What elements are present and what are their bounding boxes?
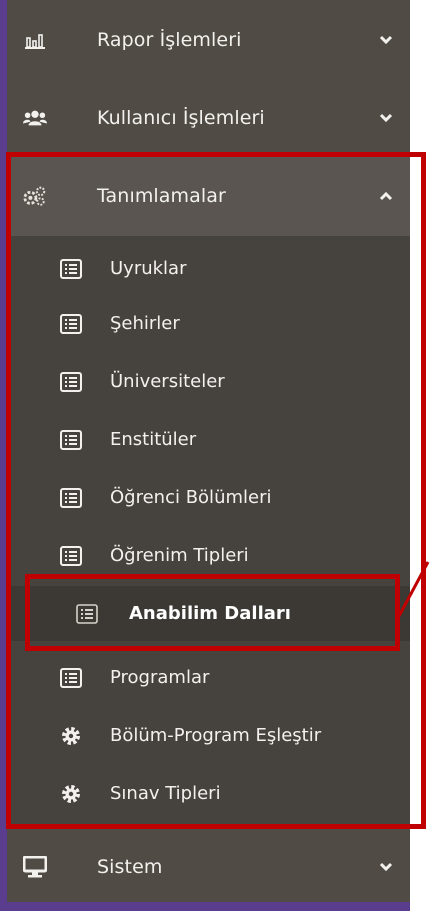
submenu-item-universiteler[interactable]: Üniversiteler <box>7 354 410 409</box>
submenu-item-bolum-program-eslestir[interactable]: Bölüm-Program Eşleştir <box>7 708 410 763</box>
list-icon <box>59 428 83 452</box>
menu-sistem[interactable]: Sistem <box>7 832 410 902</box>
menu-label: Kullanıcı İşlemleri <box>97 107 265 129</box>
gear-icon <box>59 724 83 748</box>
submenu-label: Bölüm-Program Eşleştir <box>110 725 322 746</box>
submenu-label: Şehirler <box>110 313 180 334</box>
submenu-label: Anabilim Dalları <box>129 603 291 624</box>
list-icon <box>59 257 83 281</box>
chevron-down-icon <box>378 110 394 126</box>
chevron-down-icon <box>378 32 394 48</box>
list-icon <box>59 666 83 690</box>
bar-chart-icon <box>23 28 47 52</box>
monitor-icon <box>23 855 47 879</box>
menu-label: Rapor İşlemleri <box>97 29 242 51</box>
submenu-item-uyruklar[interactable]: Uyruklar <box>7 241 410 296</box>
menu-rapor-islemleri[interactable]: Rapor İşlemleri <box>7 0 410 80</box>
submenu-item-ogrenim-tipleri[interactable]: Öğrenim Tipleri <box>7 528 410 583</box>
submenu-item-anabilim-dallari[interactable]: Anabilim Dalları <box>7 586 410 641</box>
submenu-item-enstituler[interactable]: Enstitüler <box>7 412 410 467</box>
users-icon <box>23 106 47 130</box>
submenu-label: Uyruklar <box>110 258 187 279</box>
chevron-down-icon <box>378 859 394 875</box>
submenu-label: Öğrenci Bölümleri <box>110 487 272 508</box>
submenu-item-programlar[interactable]: Programlar <box>7 650 410 705</box>
list-icon <box>59 544 83 568</box>
sidebar: Rapor İşlemleri Kullanıcı İşlemleri Tanı… <box>0 0 410 911</box>
submenu-label: Enstitüler <box>110 429 197 450</box>
submenu-item-sinav-tipleri[interactable]: Sınav Tipleri <box>7 766 410 821</box>
submenu-item-ogrenci-bolumleri[interactable]: Öğrenci Bölümleri <box>7 470 410 525</box>
list-icon <box>59 312 83 336</box>
list-icon <box>75 602 99 626</box>
submenu-label: Programlar <box>110 667 210 688</box>
submenu-label: Öğrenim Tipleri <box>110 545 249 566</box>
submenu-item-sehirler[interactable]: Şehirler <box>7 296 410 351</box>
submenu-label: Üniversiteler <box>110 371 225 392</box>
menu-kullanici-islemleri[interactable]: Kullanıcı İşlemleri <box>7 78 410 158</box>
list-icon <box>59 370 83 394</box>
list-icon <box>59 486 83 510</box>
gear-icon <box>59 782 83 806</box>
bottom-accent-bar <box>7 902 410 911</box>
menu-label: Tanımlamalar <box>97 185 226 207</box>
menu-tanimlamalar[interactable]: Tanımlamalar <box>7 156 410 236</box>
cogs-icon <box>23 184 47 208</box>
submenu-label: Sınav Tipleri <box>110 783 221 804</box>
menu-label: Sistem <box>97 856 163 878</box>
chevron-up-icon <box>378 188 394 204</box>
